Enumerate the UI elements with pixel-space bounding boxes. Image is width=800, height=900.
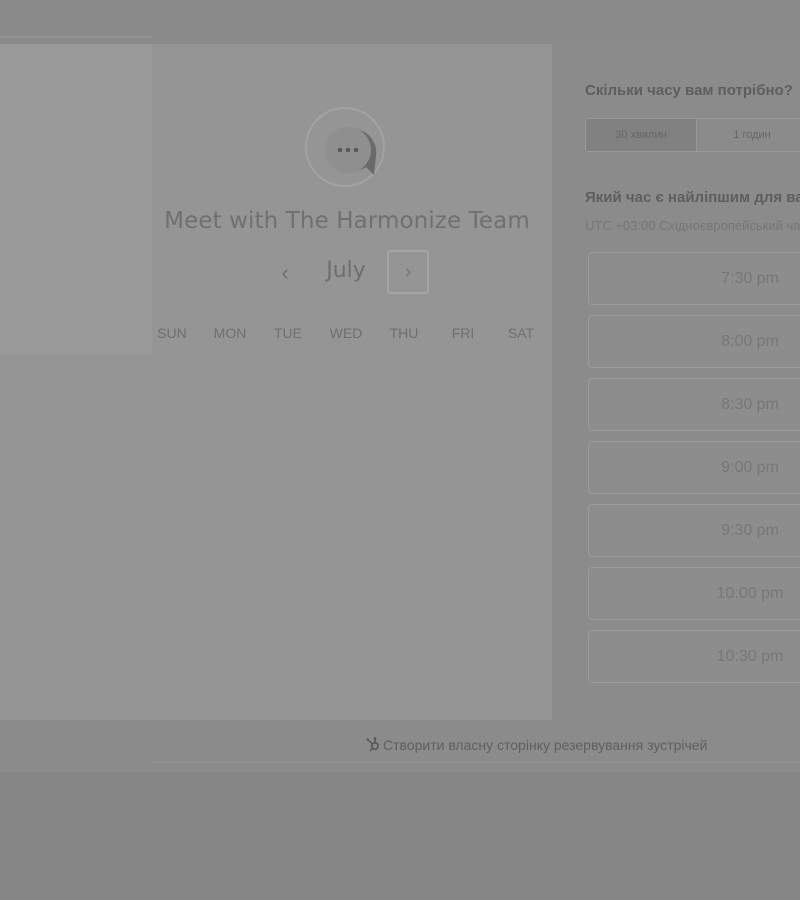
chevron-right-icon[interactable]: ›: [387, 250, 429, 294]
weekday-thu: THU: [389, 325, 419, 341]
time-slot[interactable]: 9:30 pm: [588, 504, 800, 557]
create-booking-page-label: Створити власну сторінку резервування зу…: [383, 737, 708, 753]
weekday-tue: TUE: [274, 325, 302, 341]
duration-question: Скільки часу вам потрібно?: [585, 82, 793, 99]
hubspot-sprocket-icon: [366, 737, 380, 752]
time-slot[interactable]: 7:30 pm: [588, 252, 800, 305]
duration-option-60[interactable]: 1 годин: [696, 119, 800, 151]
weekday-fri: FRI: [451, 325, 475, 341]
timezone-label[interactable]: UTC +03:00 Східноєвропейський час: [585, 218, 800, 233]
weekday-sat: SAT: [507, 325, 535, 341]
time-slot[interactable]: 8:00 pm: [588, 315, 800, 368]
footer-divider: [152, 762, 800, 763]
page-title: Meet with The Harmonize Team: [164, 208, 530, 234]
top-divider: [0, 36, 152, 38]
time-slot-label: 8:30 pm: [721, 395, 779, 413]
time-slot-label: 10:00 pm: [716, 584, 784, 602]
chevron-left-icon[interactable]: ‹: [272, 259, 298, 287]
time-slot[interactable]: 10:00 pm: [588, 567, 800, 620]
time-slot-label: 10:30 pm: [716, 647, 784, 665]
left-strip: [0, 44, 152, 354]
time-slot-label: 9:00 pm: [721, 458, 779, 476]
duration-option-30[interactable]: 30 хвилин: [586, 119, 696, 151]
time-slot[interactable]: 9:00 pm: [588, 441, 800, 494]
weekday-wed: WED: [329, 325, 363, 341]
time-slot[interactable]: 10:30 pm: [588, 630, 800, 683]
time-question: Який час є найліпшим для вас?: [585, 189, 800, 206]
chat-bubble-icon: [325, 127, 377, 175]
weekday-sun: SUN: [157, 325, 187, 341]
time-slot-label: 9:30 pm: [721, 521, 779, 539]
duration-selector: 30 хвилин 1 годин: [585, 118, 800, 152]
create-booking-page-link[interactable]: Створити власну сторінку резервування зу…: [365, 736, 707, 753]
booking-panel: Скільки часу вам потрібно? 30 хвилин 1 г…: [552, 44, 800, 720]
weekday-header: SUN MON TUE WED THU FRI SAT: [142, 325, 550, 345]
month-label: July: [326, 258, 366, 283]
time-slot[interactable]: 8:30 pm: [588, 378, 800, 431]
weekday-mon: MON: [213, 325, 247, 341]
time-slot-label: 7:30 pm: [721, 269, 779, 287]
time-slot-label: 8:00 pm: [721, 332, 779, 350]
